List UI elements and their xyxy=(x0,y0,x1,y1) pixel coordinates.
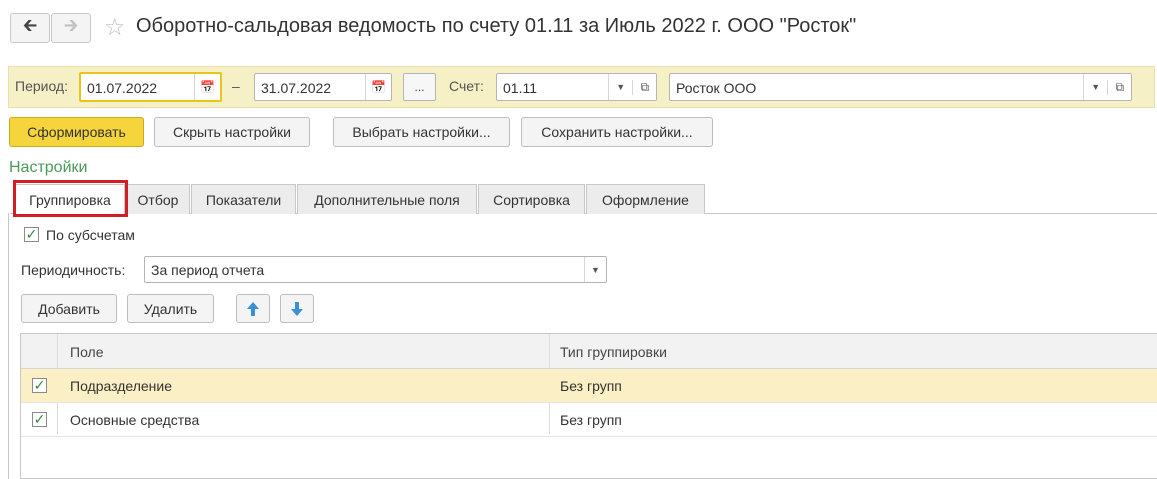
tab-sorting[interactable]: Сортировка xyxy=(478,184,585,214)
back-button[interactable]: 🡰 xyxy=(10,13,50,43)
move-down-button[interactable] xyxy=(280,294,314,323)
tab-additional-fields[interactable]: Дополнительные поля xyxy=(297,184,477,214)
move-up-button[interactable] xyxy=(236,294,270,323)
organization-field[interactable]: Росток ООО ▼ ⧉ xyxy=(669,73,1132,101)
open-icon[interactable]: ⧉ xyxy=(1107,79,1131,95)
checkmark-icon: ✓ xyxy=(25,226,38,242)
checkmark-icon: ✓ xyxy=(33,377,46,393)
tab-indicators[interactable]: Показатели xyxy=(191,184,296,214)
table-row[interactable]: ✓ Основные средства Без групп xyxy=(21,403,1157,437)
panel-left-border xyxy=(8,213,9,479)
star-icon[interactable]: ☆ xyxy=(104,13,126,43)
add-button[interactable]: Добавить xyxy=(21,294,117,323)
by-subaccounts-label: По субсчетам xyxy=(46,227,135,243)
date-to-field[interactable]: 31.07.2022 📅 xyxy=(254,73,392,101)
row-checkbox[interactable]: ✓ xyxy=(32,411,47,427)
period-label: Период: xyxy=(15,78,68,94)
page-title: Оборотно-сальдовая ведомость по счету 01… xyxy=(136,15,857,37)
tab-appearance[interactable]: Оформление xyxy=(586,184,705,214)
chevron-down-icon[interactable]: ▼ xyxy=(584,257,606,282)
periodicity-label: Периодичность: xyxy=(21,262,126,278)
account-field[interactable]: 01.11 ▼ ⧉ xyxy=(496,73,657,101)
arrow-down-icon xyxy=(291,301,303,316)
row-checkbox[interactable]: ✓ xyxy=(32,377,47,393)
chevron-down-icon[interactable]: ▼ xyxy=(1084,82,1107,92)
arrow-up-icon xyxy=(247,301,259,316)
arrow-left-icon: 🡰 xyxy=(22,15,38,35)
table-row[interactable]: ✓ Подразделение Без групп xyxy=(21,369,1157,403)
column-header-field[interactable]: Поле xyxy=(70,344,104,360)
checkmark-icon: ✓ xyxy=(33,411,46,427)
chevron-down-icon[interactable]: ▼ xyxy=(609,82,632,92)
grouping-table: Поле Тип группировки ✓ Подразделение Без… xyxy=(20,333,1157,479)
column-header-grouping-type[interactable]: Тип группировки xyxy=(560,344,667,360)
choose-period-button[interactable]: ... xyxy=(403,73,436,101)
delete-button[interactable]: Удалить xyxy=(127,294,214,323)
table-header: Поле Тип группировки xyxy=(21,334,1157,369)
calendar-icon[interactable]: 📅 xyxy=(365,74,391,100)
forward-button[interactable]: 🡲 xyxy=(51,13,91,43)
save-settings-button[interactable]: Сохранить настройки... xyxy=(521,117,713,147)
date-from-field[interactable]: 01.07.2022 📅 xyxy=(79,72,222,102)
settings-title[interactable]: Настройки xyxy=(9,159,87,177)
period-dash: – xyxy=(232,78,240,94)
account-label: Счет: xyxy=(449,78,484,94)
periodicity-select[interactable]: За период отчета ▼ xyxy=(144,256,607,283)
tab-filter[interactable]: Отбор xyxy=(126,184,190,214)
hide-settings-button[interactable]: Скрыть настройки xyxy=(154,117,310,147)
by-subaccounts-checkbox[interactable]: ✓ xyxy=(24,226,39,242)
choose-settings-button[interactable]: Выбрать настройки... xyxy=(333,117,510,147)
generate-button[interactable]: Сформировать xyxy=(9,117,144,147)
highlight-frame xyxy=(13,180,128,217)
open-icon[interactable]: ⧉ xyxy=(632,79,656,95)
arrow-right-icon: 🡲 xyxy=(63,15,79,35)
calendar-icon[interactable]: 📅 xyxy=(194,74,220,100)
